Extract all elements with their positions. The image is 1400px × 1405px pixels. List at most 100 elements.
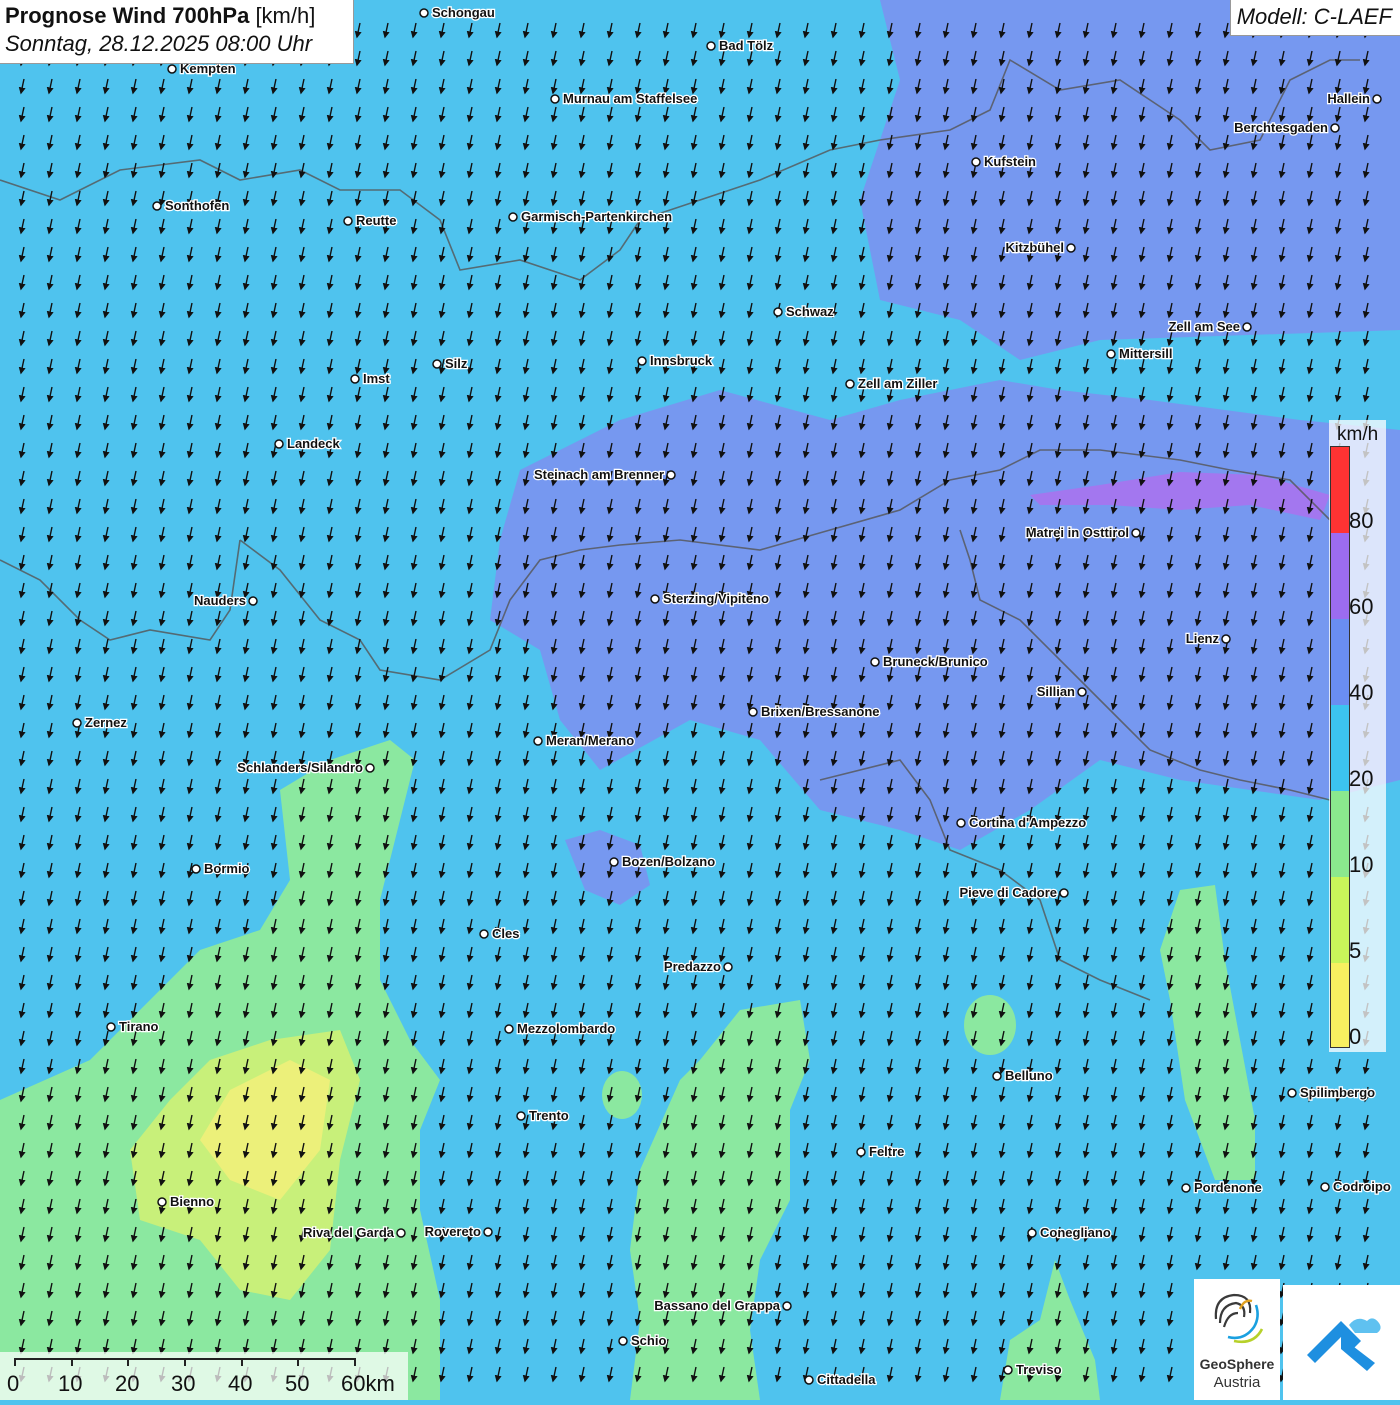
- city-label: Lienz: [1186, 631, 1220, 646]
- city-dot: [618, 1336, 628, 1346]
- city-dot: [248, 596, 258, 606]
- legend-seg-20: [1331, 705, 1349, 791]
- city-label: Codroipo: [1333, 1179, 1391, 1194]
- city-marker: Matrei in Osttirol: [1024, 524, 1141, 541]
- city-marker: Zell am Ziller: [845, 375, 939, 392]
- scale-label: 0: [7, 1371, 20, 1396]
- city-label: Brixen/Bressanone: [761, 704, 880, 719]
- city-marker: Schongau: [419, 4, 496, 21]
- city-label: Matrei in Osttirol: [1026, 525, 1129, 540]
- city-dot: [191, 864, 201, 874]
- city-dot: [516, 1111, 526, 1121]
- city-dot: [650, 594, 660, 604]
- city-dot: [1320, 1182, 1330, 1192]
- city-dot: [1027, 1228, 1037, 1238]
- city-dot: [1372, 94, 1382, 104]
- scale-label: 30: [171, 1371, 196, 1396]
- legend-seg-40: [1331, 619, 1349, 705]
- city-label: Schwaz: [786, 304, 834, 319]
- city-label: Berchtesgaden: [1234, 120, 1328, 135]
- city-dot: [804, 1375, 814, 1385]
- legend-seg-10: [1331, 791, 1349, 877]
- city-dot: [1221, 634, 1231, 644]
- city-label: Spilimbergo: [1300, 1085, 1375, 1100]
- legend-tick-0: 0: [1349, 1024, 1362, 1049]
- city-dot: [167, 64, 177, 74]
- city-label: Imst: [363, 371, 390, 386]
- city-label: Cles: [492, 926, 519, 941]
- legend-seg-0: [1331, 963, 1349, 1047]
- city-dot: [723, 962, 733, 972]
- city-dot: [343, 216, 353, 226]
- legend-seg-60: [1331, 533, 1349, 619]
- city-dot: [956, 818, 966, 828]
- city-label: Zell am Ziller: [858, 376, 937, 391]
- city-label: Cittadella: [817, 1372, 876, 1387]
- city-dot: [782, 1301, 792, 1311]
- scale-tick: [14, 1358, 16, 1366]
- scale-tick: [354, 1358, 356, 1366]
- city-label: Bad Tölz: [719, 38, 774, 53]
- city-marker: Berchtesgaden: [1233, 119, 1340, 136]
- city-label: Reutte: [356, 213, 396, 228]
- city-dot: [748, 707, 758, 717]
- city-label: Steinach am Brenner: [534, 467, 664, 482]
- city-dot: [1131, 528, 1141, 538]
- city-label: Innsbruck: [650, 353, 713, 368]
- city-dot: [1077, 687, 1087, 697]
- city-label: Sillian: [1037, 684, 1075, 699]
- city-marker: Mezzolombardo: [504, 1020, 617, 1037]
- city-dot: [432, 359, 442, 369]
- title-box: Prognose Wind 700hPa [km/h] Sonntag, 28.…: [0, 0, 354, 64]
- scale-label: 50: [285, 1371, 310, 1396]
- app-logo[interactable]: [1283, 1285, 1400, 1400]
- city-dot: [550, 94, 560, 104]
- city-label: Schongau: [432, 5, 495, 20]
- scale-tick: [241, 1358, 243, 1366]
- city-dot: [274, 439, 284, 449]
- city-label: Mezzolombardo: [517, 1021, 615, 1036]
- city-marker: Spilimbergo: [1287, 1084, 1376, 1101]
- legend-seg-5: [1331, 877, 1349, 963]
- city-label: Kufstein: [984, 154, 1036, 169]
- city-dot: [1242, 322, 1252, 332]
- city-marker: Brixen/Bressanone: [748, 703, 881, 720]
- legend-bar: [1330, 446, 1350, 1048]
- city-label: Mittersill: [1119, 346, 1172, 361]
- city-dot: [666, 470, 676, 480]
- scale-tick: [297, 1358, 299, 1366]
- city-marker: Meran/Merano: [533, 732, 635, 749]
- scale-bar: 0 10 20 30 40 50 60km: [0, 1352, 408, 1400]
- city-label: Zernez: [85, 715, 127, 730]
- scale-label: 20: [115, 1371, 140, 1396]
- city-label: Belluno: [1005, 1068, 1053, 1083]
- city-marker: Schlanders/Silandro: [236, 759, 375, 776]
- city-marker: Cortina d'Ampezzo: [956, 814, 1088, 831]
- city-label: Murnau am Staffelsee: [563, 91, 697, 106]
- city-label: Sterzing/Vipiteno: [663, 591, 769, 606]
- city-dot: [706, 41, 716, 51]
- city-label: Feltre: [869, 1144, 904, 1159]
- forecast-datetime: Sonntag, 28.12.2025 08:00 Uhr: [5, 31, 313, 56]
- city-marker: Bozen/Bolzano: [609, 853, 716, 870]
- geosphere-swirl-icon: [1214, 1293, 1264, 1344]
- scale-label: 60km: [341, 1371, 395, 1396]
- city-label: Schlanders/Silandro: [237, 760, 363, 775]
- city-dot: [637, 356, 647, 366]
- city-marker: Murnau am Staffelsee: [550, 90, 699, 107]
- scale-label: 10: [58, 1371, 83, 1396]
- city-label: Nauders: [194, 593, 246, 608]
- city-label: Predazzo: [664, 959, 721, 974]
- wind-field-10-20-trento: [602, 1071, 642, 1119]
- scale-tick: [127, 1358, 129, 1366]
- city-label: Sonthofen: [165, 198, 229, 213]
- geosphere-logo[interactable]: GeoSphere Austria: [1194, 1279, 1280, 1400]
- city-label: Garmisch-Partenkirchen: [521, 209, 672, 224]
- city-label: Meran/Merano: [546, 733, 634, 748]
- legend-tick-20: 20: [1349, 766, 1374, 791]
- scale-tick: [71, 1358, 73, 1366]
- city-dot: [157, 1197, 167, 1207]
- city-label: Bozen/Bolzano: [622, 854, 715, 869]
- title: Prognose Wind 700hPa [km/h]: [5, 3, 316, 28]
- city-marker: Bruneck/Brunico: [870, 653, 989, 670]
